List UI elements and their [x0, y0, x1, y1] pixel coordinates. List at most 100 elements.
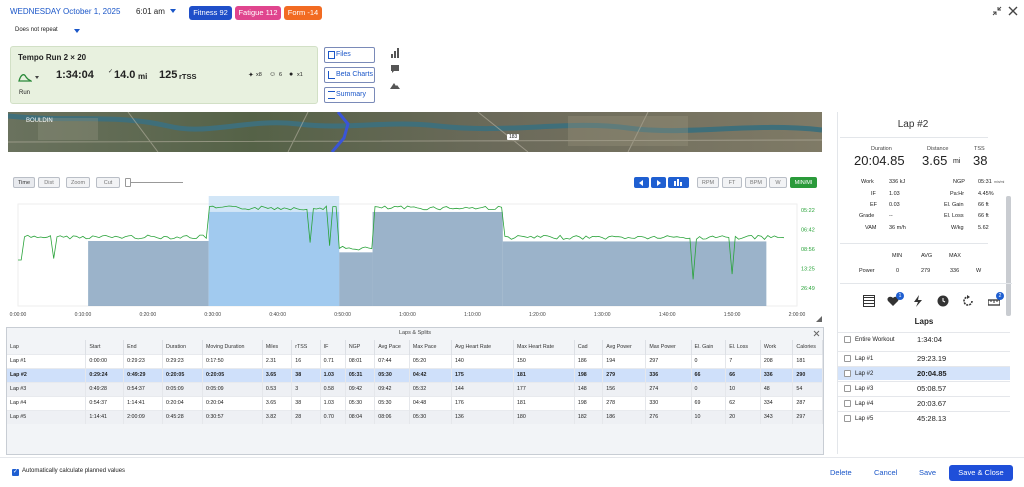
fatigue-badge[interactable]: Fatigue 112 [235, 6, 281, 20]
lap-checkbox[interactable] [844, 355, 851, 362]
table-cell: 287 [792, 395, 823, 410]
time-label[interactable]: 6:01 am [136, 7, 165, 16]
column-header[interactable]: Cad [574, 340, 604, 354]
table-cell: 297 [645, 353, 692, 368]
lap-list-item[interactable]: Lap #2 20:04.85 [838, 366, 1010, 380]
table-cell: Lap #3 [7, 381, 87, 396]
column-header[interactable]: Max Pace [409, 340, 452, 354]
speech-bubble-icon[interactable] [390, 64, 400, 74]
column-header[interactable]: rTSS [291, 340, 321, 354]
sport-dropdown-icon[interactable] [35, 76, 39, 79]
auto-calc-checkbox[interactable]: ✓ [12, 469, 19, 476]
table-row[interactable]: Lap #3 0:49:28 0:54:37 0:05:09 0:05:09 0.53 3 0… [7, 381, 823, 396]
lap-list-item[interactable]: Entire Workout 1:34:04 [838, 332, 1010, 346]
lap-detail-panel: Lap #2 Duration 20:04.85 Distance 3.65 m… [837, 112, 1015, 454]
column-header[interactable]: Lap [7, 340, 87, 354]
route-map[interactable]: BOULDIN 183 [8, 112, 822, 152]
laps-splits-panel: Laps & Splits Lap Start End Duration Moving … [6, 327, 824, 455]
lap-checkbox[interactable] [844, 415, 851, 422]
table-cell: 148 [574, 381, 604, 396]
column-header[interactable]: El. Gain [691, 340, 727, 354]
summary-button[interactable]: Summary [324, 87, 375, 103]
equipment-icon[interactable]: ✦ [248, 71, 254, 79]
next-lap-button[interactable] [651, 177, 666, 188]
column-header[interactable]: IF [320, 340, 346, 354]
column-header[interactable]: End [123, 340, 164, 354]
lap-list-time: 20:03.67 [917, 399, 947, 408]
laps-panel-close-icon[interactable] [813, 330, 820, 337]
comment-icon[interactable]: ● [289, 71, 293, 78]
chart-view-button[interactable] [668, 177, 689, 188]
column-header[interactable]: Max Heart Rate [513, 340, 575, 354]
tools-divider [840, 283, 1012, 284]
column-header[interactable]: Max Power [645, 340, 692, 354]
chart-resize-icon[interactable] [816, 316, 822, 322]
table-row[interactable]: Lap #2 0:29:24 0:49:29 0:20:05 0:20:05 3.65 38… [7, 367, 823, 382]
lap-bar[interactable] [339, 252, 373, 306]
repeat-dropdown-icon[interactable] [74, 29, 80, 33]
column-header[interactable]: Start [85, 340, 125, 354]
lap-checkbox[interactable] [844, 370, 851, 377]
pace-chart[interactable]: 0:00:00 0:10:00 0:20:00 0:30:00 0:40:00 0:50:… [0, 192, 830, 322]
column-header[interactable]: Moving Duration [202, 340, 263, 354]
form-badge[interactable]: Form -14 [284, 6, 322, 20]
w-toggle[interactable]: W [769, 177, 787, 188]
save-close-button[interactable]: Save & Close [949, 465, 1013, 481]
ft-toggle[interactable]: FT [722, 177, 742, 188]
bar-chart-icon[interactable] [390, 48, 400, 58]
zoom-button[interactable]: Zoom [66, 177, 90, 188]
column-header[interactable]: Calories [792, 340, 823, 354]
table-row[interactable]: Lap #4 0:54:37 1:14:41 0:20:04 0:20:04 3.65 38… [7, 395, 823, 410]
fitness-badge[interactable]: Fitness 92 [189, 6, 232, 20]
rpm-toggle[interactable]: RPM [697, 177, 719, 188]
save-button[interactable]: Save [919, 465, 936, 481]
lap-list-item[interactable]: Lap #5 45:28.13 [838, 411, 1010, 425]
time-toggle[interactable]: Time [13, 177, 35, 188]
column-header[interactable]: Avg Heart Rate [451, 340, 514, 354]
lap-bar[interactable] [502, 241, 767, 306]
column-header[interactable]: El. Loss [725, 340, 761, 354]
cut-button[interactable]: Cut [96, 177, 120, 188]
collapse-icon[interactable] [992, 6, 1002, 16]
smoothing-slider-handle[interactable] [125, 178, 131, 187]
cancel-button[interactable]: Cancel [874, 465, 897, 481]
lap-list-item[interactable]: Lap #3 05:08.57 [838, 381, 1010, 395]
clock-icon[interactable] [937, 295, 949, 307]
bpm-toggle[interactable]: BPM [745, 177, 767, 188]
table-row[interactable]: Lap #1 0:00:00 0:29:23 0:29:23 0:17:50 2.31 16… [7, 353, 823, 368]
smoothing-slider[interactable] [125, 182, 183, 183]
refresh-icon[interactable] [962, 295, 974, 307]
close-icon[interactable] [1008, 6, 1018, 16]
lap-bar[interactable] [88, 240, 209, 306]
beta-charts-button[interactable]: Beta Charts [324, 67, 375, 83]
prev-lap-button[interactable] [634, 177, 649, 188]
workout-title[interactable]: Tempo Run 2 × 20 [18, 53, 86, 62]
lap-list-item[interactable]: Lap #4 20:03.67 [838, 396, 1010, 410]
column-header[interactable]: NGP [345, 340, 376, 354]
lap-checkbox[interactable] [844, 400, 851, 407]
lightning-icon[interactable] [912, 295, 924, 307]
table-cell: 3.65 [262, 395, 293, 410]
table-row[interactable]: Lap #5 1:14:41 2:00:09 0:45:28 0:30:57 3.82 28… [7, 409, 823, 424]
column-header[interactable]: Work [760, 340, 794, 354]
rating-icon[interactable]: ☺ [269, 71, 276, 78]
lap-list-item[interactable]: Lap #1 29:23.19 [838, 351, 1010, 365]
x-tick-label: 0:00:00 [10, 312, 27, 318]
date-label[interactable]: WEDNESDAY October 1, 2025 [10, 7, 120, 16]
files-button[interactable]: Files [324, 47, 375, 63]
column-header[interactable]: Avg Pace [374, 340, 410, 354]
mountain-icon[interactable] [390, 80, 400, 90]
column-header[interactable]: Miles [262, 340, 293, 354]
lap-checkbox[interactable] [844, 385, 851, 392]
delete-button[interactable]: Delete [830, 465, 852, 481]
lap-checkbox[interactable] [844, 336, 851, 343]
column-header[interactable]: Avg Power [602, 340, 647, 354]
lap-bar[interactable] [372, 211, 503, 306]
min-mi-toggle[interactable]: MIN/MI [790, 177, 817, 188]
detail-scrollbar[interactable] [1006, 196, 1011, 316]
dist-toggle[interactable]: Dist [38, 177, 60, 188]
table-view-icon[interactable] [863, 295, 875, 307]
column-header[interactable]: Duration [162, 340, 203, 354]
time-dropdown-icon[interactable] [170, 9, 176, 13]
repeat-label[interactable]: Does not repeat [15, 27, 58, 33]
